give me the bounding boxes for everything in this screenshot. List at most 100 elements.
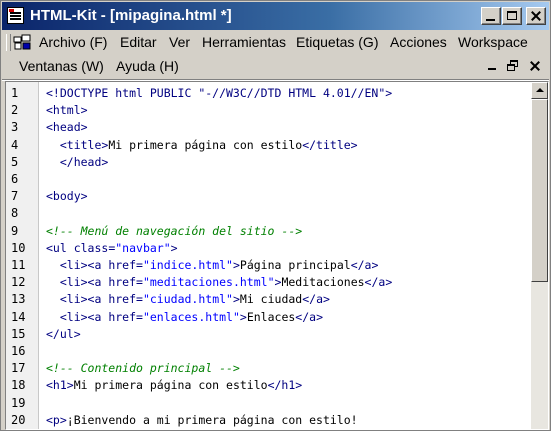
code-editor[interactable]: 1 2 3 4 5 6 7 8 9 10 11 12 13 14 15 16 17 18 19 20 <!DOCTYP… <box>5 81 549 430</box>
code-line[interactable]: <ul class="navbar"> <box>46 240 178 257</box>
code-token: "navbar" <box>115 240 171 255</box>
app-window: HTML-Kit - [mipagina.html *] Archivo (F)… <box>0 0 551 431</box>
code-token: </ul> <box>46 326 81 341</box>
code-token: </title> <box>302 137 358 152</box>
menu-ver[interactable]: Ver <box>169 34 190 50</box>
document-restore-button[interactable] <box>505 58 521 74</box>
code-line[interactable]: <html> <box>46 102 88 119</box>
line-number: 4 <box>11 137 19 152</box>
code-line[interactable]: <h1>Mi primera página con estilo</h1> <box>46 377 302 394</box>
code-line[interactable]: <p>¡Bienvendo a mi primera página con es… <box>46 412 358 429</box>
code-token: <!DOCTYPE html PUBLIC "-//W3C//DTD HTML … <box>46 86 393 100</box>
code-token: </head> <box>59 154 109 169</box>
code-token: <!-- Menú de navegación del sitio --> <box>46 223 303 238</box>
menu-bar-row-1: Archivo (F) Editar Ver Herramientas Etiq… <box>2 31 549 54</box>
app-icon[interactable] <box>7 7 24 24</box>
close-button[interactable] <box>526 7 546 25</box>
document-minimize-button[interactable] <box>484 58 500 74</box>
code-token: <!-- Contenido principal --> <box>46 361 240 376</box>
line-number: 16 <box>11 344 26 358</box>
code-line[interactable]: <body> <box>46 188 88 205</box>
line-number: 8 <box>11 206 19 221</box>
code-line[interactable]: <li><a href="indice.html">Página princip… <box>46 257 379 274</box>
code-line[interactable]: <title>Mi primera página con estilo</tit… <box>46 137 358 154</box>
line-number: 6 <box>11 172 19 186</box>
code-token: Mi primera página con estilo <box>73 378 268 393</box>
vertical-scrollbar[interactable] <box>531 82 548 429</box>
menu-etiquetas[interactable]: Etiquetas (G) <box>296 34 378 50</box>
line-number: 7 <box>11 189 19 204</box>
code-token: "enlaces.html" <box>142 309 240 324</box>
code-line[interactable]: <!-- Menú de navegación del sitio --> <box>46 223 302 240</box>
code-line[interactable]: <!DOCTYPE html PUBLIC "-//W3C//DTD HTML … <box>46 85 392 102</box>
code-token: "ciudad.html" <box>142 292 233 307</box>
menu-herramientas[interactable]: Herramientas <box>202 34 286 50</box>
code-line[interactable]: <li><a href="enlaces.html">Enlaces</a> <box>46 309 323 326</box>
code-token: <li><a <box>59 258 109 272</box>
menu-acciones[interactable]: Acciones <box>390 34 447 50</box>
line-number: 13 <box>11 292 26 307</box>
code-line[interactable]: <li><a href="ciudad.html">Mi ciudad</a> <box>46 291 330 308</box>
code-token: Meditaciones <box>281 275 365 290</box>
scrollbar-thumb[interactable] <box>531 99 548 282</box>
code-token: Mi ciudad <box>239 292 303 307</box>
code-token: ¡Bienvendo a mi primera página con estil… <box>66 412 358 427</box>
minimize-button[interactable] <box>481 7 501 25</box>
window-title: HTML-Kit - [mipagina.html *] <box>30 7 232 24</box>
code-token: <ul <box>46 240 74 255</box>
maximize-button[interactable] <box>502 7 522 25</box>
line-number: 3 <box>11 120 19 135</box>
line-number: 12 <box>11 275 26 290</box>
line-number: 19 <box>11 395 26 410</box>
title-bar[interactable]: HTML-Kit - [mipagina.html *] <box>2 2 549 30</box>
code-token: > <box>232 292 240 307</box>
code-token: Enlaces <box>246 309 296 324</box>
code-token: <body> <box>46 189 88 204</box>
code-token: <li><a <box>59 275 109 290</box>
code-line[interactable]: <li><a href="meditaciones.html">Meditaci… <box>46 274 392 291</box>
menu-workspace[interactable]: Workspace <box>458 34 528 50</box>
code-token: "meditaciones.html" <box>142 275 275 290</box>
toolbar-icon[interactable] <box>13 34 32 51</box>
code-line[interactable]: </ul> <box>46 326 81 343</box>
line-number: 15 <box>11 326 26 341</box>
line-number: 18 <box>11 378 26 393</box>
code-token: </h1> <box>267 378 303 393</box>
line-number: 5 <box>11 154 19 169</box>
code-token: href= <box>108 275 143 290</box>
menu-ayuda[interactable]: Ayuda (H) <box>116 58 179 74</box>
menu-archivo[interactable]: Archivo (F) <box>39 34 107 50</box>
menu-bar-row-2: Ventanas (W) Ayuda (H) <box>2 55 549 78</box>
menubar-grip[interactable] <box>6 34 11 51</box>
code-line[interactable]: </head> <box>46 154 108 171</box>
code-line[interactable]: <head> <box>46 119 88 136</box>
scroll-up-icon[interactable] <box>531 82 548 99</box>
code-token: </a> <box>302 292 330 307</box>
code-token: <li><a <box>59 292 109 307</box>
document-close-button[interactable] <box>527 58 543 74</box>
code-token: <h1> <box>46 378 74 393</box>
code-token: href= <box>108 258 143 272</box>
code-token: Página principal <box>239 258 351 272</box>
code-token: <p> <box>46 412 67 427</box>
code-token: href= <box>108 309 143 324</box>
code-token: <title> <box>59 137 109 152</box>
code-token: "indice.html" <box>142 258 233 272</box>
menu-editar[interactable]: Editar <box>120 34 157 50</box>
line-number: 17 <box>11 361 26 376</box>
code-token: <li><a <box>59 309 109 324</box>
line-number: 2 <box>11 103 19 118</box>
menu-ventanas[interactable]: Ventanas (W) <box>19 58 104 74</box>
code-line[interactable]: <!-- Contenido principal --> <box>46 360 240 377</box>
code-token: href= <box>108 292 143 307</box>
line-number-gutter: 1 2 3 4 5 6 7 8 9 10 11 12 13 14 15 16 17 18 19 20 <box>6 82 39 429</box>
code-token: <html> <box>46 103 88 118</box>
line-number: 10 <box>11 240 26 255</box>
code-token: > <box>239 309 247 324</box>
code-token: </a> <box>350 258 379 272</box>
